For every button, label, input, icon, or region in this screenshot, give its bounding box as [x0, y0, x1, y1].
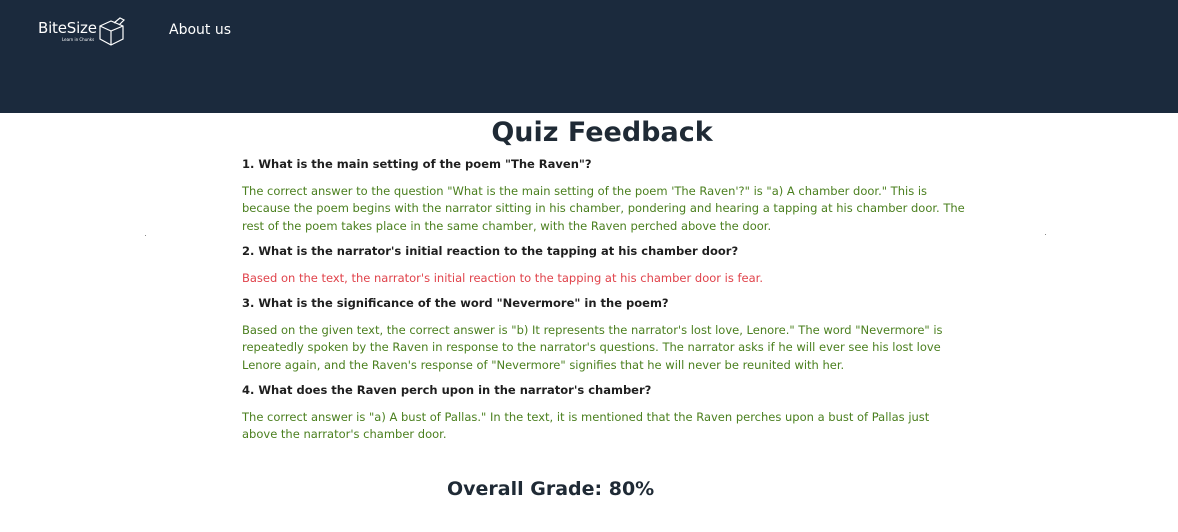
feedback-list: 1. What is the main setting of the poem …: [242, 157, 966, 453]
feedback-3: Based on the given text, the correct ans…: [242, 323, 943, 372]
question-3: 3. What is the significance of the word …: [242, 296, 669, 311]
feedback-item-1: 1. What is the main setting of the poem …: [242, 157, 966, 235]
stray-dot-right: [1045, 234, 1046, 235]
feedback-2: Based on the text, the narrator's initia…: [242, 270, 763, 285]
feedback-1: The correct answer to the question "What…: [242, 184, 965, 233]
nav-about-us-link[interactable]: About us: [169, 22, 231, 38]
top-header: BiteSize Learn in Chunks About us: [0, 0, 1178, 113]
feedback-4: The correct answer is "a) A bust of Pall…: [242, 410, 930, 442]
question-4: 4. What does the Raven perch upon in the…: [242, 383, 652, 398]
logo-tagline: Learn in Chunks: [62, 37, 95, 42]
cube-icon: [99, 17, 126, 46]
feedback-item-3: 3. What is the significance of the word …: [242, 296, 966, 374]
feedback-item-4: 4. What does the Raven perch upon in the…: [242, 383, 966, 444]
feedback-item-2: 2. What is the narrator's initial reacti…: [242, 244, 966, 287]
bitesize-logo[interactable]: BiteSize Learn in Chunks: [38, 15, 130, 49]
question-1: 1. What is the main setting of the poem …: [242, 157, 592, 171]
logo-text: BiteSize: [38, 19, 97, 37]
page-title: Quiz Feedback: [491, 117, 713, 148]
question-2: 2. What is the narrator's initial reacti…: [242, 243, 739, 258]
stray-dot-left: [145, 235, 146, 236]
overall-grade: Overall Grade: 80%: [447, 478, 655, 500]
